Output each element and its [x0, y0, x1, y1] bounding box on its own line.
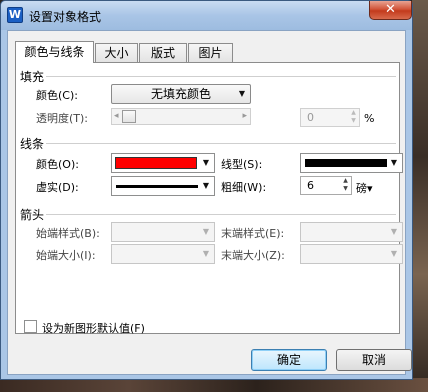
cancel-button[interactable]: 取消	[336, 349, 412, 371]
close-icon: ✕	[385, 2, 396, 17]
slider-right-arrow-icon[interactable]: ▸	[242, 109, 247, 124]
set-default-label[interactable]: 设为新图形默认值(F)	[42, 320, 145, 336]
slider-left-arrow-icon[interactable]: ◂	[114, 109, 119, 124]
chevron-down-icon: ▼	[202, 158, 210, 167]
weight-value: 6	[307, 179, 314, 192]
tab-color-and-lines[interactable]: 颜色与线条	[15, 41, 94, 63]
transparency-slider-thumb[interactable]	[122, 110, 136, 123]
transparency-value: 0	[307, 111, 314, 124]
dash-dropdown[interactable]: ▼	[111, 176, 215, 196]
begin-style-label: 始端样式(B):	[36, 227, 100, 240]
chevron-down-icon: ▼	[202, 227, 210, 236]
weight-unit-dropdown[interactable]: 磅▾	[356, 180, 373, 196]
desktop-background-right	[412, 0, 428, 392]
tab-panel-color-and-lines: 填充 颜色(C): 无填充颜色 ▼ 透明度(T): ◂ ▸ 0 ▲ ▼ % 线条 …	[15, 62, 403, 336]
line-color-swatch	[115, 157, 197, 169]
weight-spinbox[interactable]: 6 ▲ ▼	[300, 176, 352, 195]
wps-writer-icon: W	[7, 7, 23, 23]
fill-color-label: 颜色(C):	[36, 89, 78, 102]
tab-layout[interactable]: 版式	[139, 43, 187, 62]
arrows-separator	[46, 214, 396, 215]
begin-style-dropdown[interactable]: ▼	[111, 222, 215, 242]
end-style-label: 末端样式(E):	[221, 227, 285, 240]
transparency-unit: %	[364, 112, 375, 125]
title-bar[interactable]: W 设置对象格式 ✕	[1, 1, 412, 30]
spin-arrows-icon[interactable]: ▲ ▼	[340, 177, 351, 194]
begin-size-dropdown[interactable]: ▼	[111, 244, 215, 264]
tab-picture[interactable]: 图片	[188, 43, 233, 62]
line-color-dropdown[interactable]: ▼	[111, 153, 215, 173]
fill-color-dropdown[interactable]: 无填充颜色 ▼	[111, 84, 251, 104]
chevron-down-icon: ▼	[238, 89, 246, 98]
weight-label: 粗细(W):	[221, 181, 267, 194]
line-style-label: 线型(S):	[221, 158, 263, 171]
transparency-slider[interactable]: ◂ ▸	[111, 108, 251, 125]
fill-color-value: 无填充颜色	[150, 87, 211, 101]
close-button[interactable]: ✕	[369, 1, 412, 20]
dialog-client-area: 颜色与线条 大小 版式 图片 填充 颜色(C): 无填充颜色 ▼ 透明度(T):…	[7, 30, 412, 375]
arrows-section-title: 箭头	[20, 208, 45, 222]
chevron-down-icon: ▼	[390, 249, 398, 258]
dash-sample	[116, 185, 198, 188]
tab-size[interactable]: 大小	[95, 43, 138, 62]
transparency-label: 透明度(T):	[36, 112, 89, 125]
fill-separator	[46, 76, 396, 77]
format-object-dialog: W 设置对象格式 ✕ 颜色与线条 大小 版式 图片 填充 颜色(C): 无填充颜…	[0, 0, 413, 380]
end-size-label: 末端大小(Z):	[221, 249, 285, 262]
chevron-down-icon: ▼	[202, 249, 210, 258]
line-section-title: 线条	[20, 137, 45, 151]
desktop-background-bottom	[0, 378, 428, 392]
ok-button[interactable]: 确定	[251, 349, 327, 371]
end-style-dropdown[interactable]: ▼	[300, 222, 403, 242]
dialog-title: 设置对象格式	[29, 10, 102, 24]
end-size-dropdown[interactable]: ▼	[300, 244, 403, 264]
begin-size-label: 始端大小(I):	[36, 249, 96, 262]
spin-arrows-icon[interactable]: ▲ ▼	[348, 109, 359, 126]
line-style-sample	[305, 159, 387, 167]
line-color-label: 颜色(O):	[36, 158, 79, 171]
chevron-down-icon: ▼	[390, 158, 398, 167]
line-style-dropdown[interactable]: ▼	[300, 153, 403, 173]
transparency-spinbox[interactable]: 0 ▲ ▼	[300, 108, 360, 127]
chevron-down-icon: ▼	[202, 181, 210, 190]
dash-label: 虚实(D):	[36, 181, 79, 194]
chevron-down-icon: ▾	[367, 182, 373, 195]
fill-section-title: 填充	[20, 70, 45, 84]
set-default-checkbox[interactable]	[24, 320, 37, 333]
weight-unit: 磅	[356, 182, 367, 195]
line-separator	[46, 143, 396, 144]
chevron-down-icon: ▼	[390, 227, 398, 236]
